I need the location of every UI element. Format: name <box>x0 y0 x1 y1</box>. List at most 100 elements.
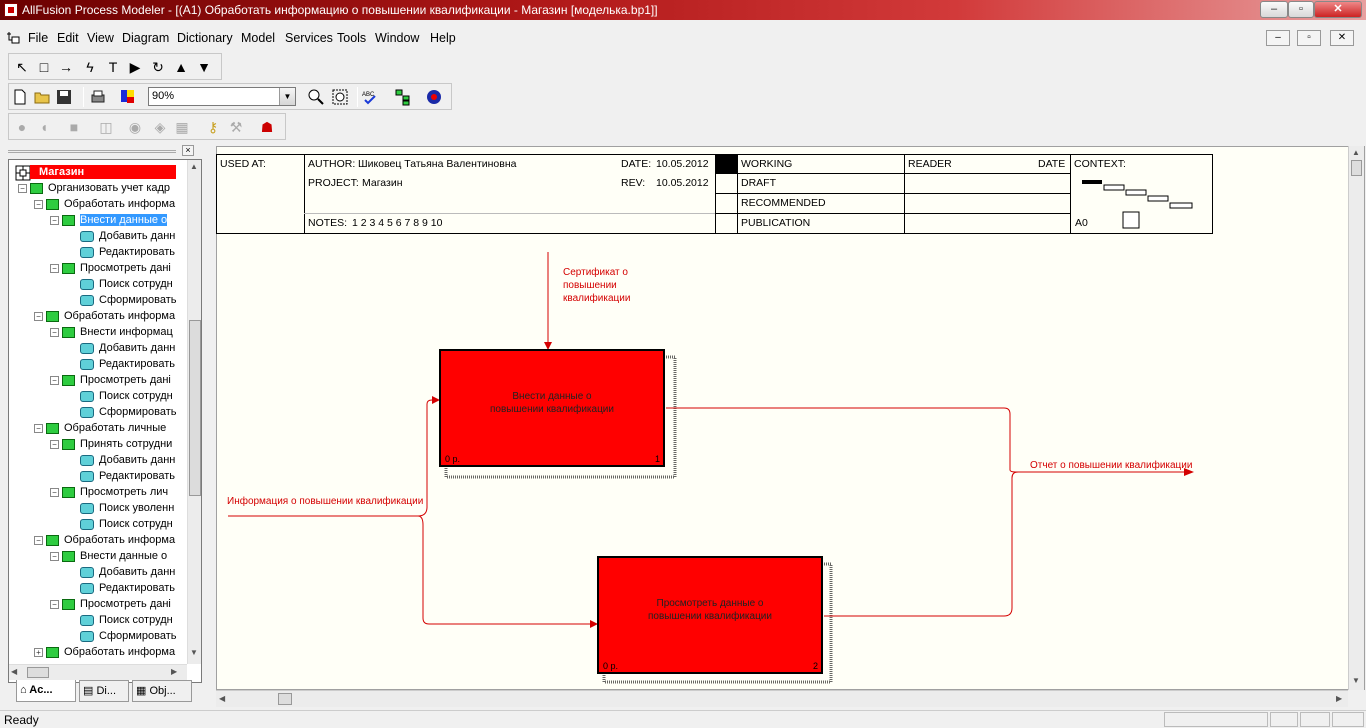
tree-activity-item[interactable]: − Обработать информа <box>34 197 175 213</box>
tree-activity-item[interactable]: − Внести информац <box>50 325 173 341</box>
tree-activity-item[interactable]: − Принять сотрудни <box>50 437 172 453</box>
collapse-icon[interactable]: − <box>34 535 43 545</box>
menu-edit[interactable]: Edit <box>57 31 79 45</box>
minimize-button[interactable]: – <box>1260 1 1288 18</box>
diagram-vertical-scrollbar[interactable]: ▲ ▼ <box>1348 146 1364 690</box>
text-tool-icon[interactable]: T <box>102 56 124 78</box>
zoom-fit-icon[interactable] <box>331 88 349 106</box>
disconnect-icon[interactable]: ◖ <box>33 116 55 138</box>
merge-icon[interactable]: ◈ <box>149 116 171 138</box>
color-palette-icon[interactable] <box>119 88 137 106</box>
tree-leaf-item[interactable]: Добавить данн <box>66 565 175 581</box>
arrow-tool-icon[interactable]: → <box>55 56 77 78</box>
tree-leaf-item[interactable]: Добавить данн <box>66 453 175 469</box>
go-to-parent-icon[interactable]: ▲ <box>170 56 192 78</box>
new-file-icon[interactable] <box>11 88 29 106</box>
cube-icon[interactable]: ◫ <box>95 116 117 138</box>
wrench-icon[interactable]: ⚒ <box>225 116 247 138</box>
mdi-close-button[interactable]: ✕ <box>1330 30 1354 46</box>
tree-leaf-item[interactable]: Поиск сотрудн <box>66 613 173 629</box>
tree-activity-item[interactable]: − Обработать личные <box>34 421 166 437</box>
lock-icon[interactable]: ■ <box>63 116 85 138</box>
control-arrow-label[interactable]: Сертификат о повышении квалификации <box>563 266 630 305</box>
tree-leaf-item[interactable]: Редактировать <box>66 581 175 597</box>
close-button[interactable]: ✕ <box>1314 1 1362 18</box>
zoom-in-icon[interactable] <box>307 88 325 106</box>
diagram-vscroll-thumb[interactable] <box>1351 160 1362 176</box>
menu-services[interactable]: Services <box>285 31 333 45</box>
menu-window[interactable]: Window <box>375 31 419 45</box>
go-to-child-icon[interactable]: ▼ <box>193 56 215 78</box>
collapse-icon[interactable]: − <box>50 487 59 497</box>
activity-box-2[interactable]: Просмотреть данные о повышении квалифика… <box>597 556 823 674</box>
activity-box-tool-icon[interactable]: □ <box>33 56 55 78</box>
refresh-icon[interactable]: ↻ <box>147 56 169 78</box>
save-icon[interactable] <box>55 88 73 106</box>
tree-activity-item[interactable]: − Обработать информа <box>34 309 175 325</box>
activity-box-1[interactable]: Внести данные о повышении квалификации 0… <box>439 349 665 467</box>
diagram-hscroll-thumb[interactable] <box>278 693 292 705</box>
key-icon[interactable]: ⚷ <box>202 116 224 138</box>
diagram-horizontal-scrollbar[interactable]: ◀ ▶ <box>216 690 1348 707</box>
connect-icon[interactable]: ● <box>11 116 33 138</box>
tree-activity-item[interactable]: − Внести данные о <box>50 213 168 229</box>
tree-leaf-item[interactable]: Сформировать <box>66 293 177 309</box>
mdi-restore-button[interactable]: ▫ <box>1297 30 1321 46</box>
output-arrow-label[interactable]: Отчет о повышении квалификации <box>1030 459 1192 472</box>
menu-model[interactable]: Model <box>241 31 275 45</box>
tree-activity-item[interactable]: − Просмотреть дані <box>50 373 171 389</box>
squiggle-tool-icon[interactable]: ϟ <box>79 56 101 78</box>
collapse-icon[interactable]: − <box>34 199 43 209</box>
collapse-icon[interactable]: − <box>50 263 59 273</box>
tree-horizontal-scrollbar[interactable]: ◀ ▶ <box>9 664 187 680</box>
go-to-sibling-icon[interactable]: ▶ <box>124 56 146 78</box>
zoom-combo[interactable]: 90% ▼ <box>148 87 296 106</box>
tree-activity-item[interactable]: − Просмотреть дані <box>50 261 171 277</box>
tree-activity-item[interactable]: − Внести данные о <box>50 549 167 565</box>
mdi-minimize-button[interactable]: – <box>1266 30 1290 46</box>
tree-leaf-item[interactable]: Сформировать <box>66 629 177 645</box>
tree-activity-item[interactable]: − Обработать информа <box>34 533 175 549</box>
tree-leaf-item[interactable]: Редактировать <box>66 357 175 373</box>
tree-leaf-item[interactable]: Поиск сотрудн <box>66 277 173 293</box>
tree-activity-item[interactable]: + Обработать информа <box>34 645 175 661</box>
collapse-icon[interactable]: − <box>34 311 43 321</box>
tree-scroll-thumb[interactable] <box>189 320 201 496</box>
tree-leaf-item[interactable]: Поиск сотрудн <box>66 389 173 405</box>
menu-file[interactable]: File <box>28 31 48 45</box>
tab-activities[interactable]: ⌂ Ac... <box>16 680 76 702</box>
panel-close-icon[interactable]: × <box>182 145 194 156</box>
tree-leaf-item[interactable]: Поиск сотрудн <box>66 517 173 533</box>
menu-diagram[interactable]: Diagram <box>122 31 169 45</box>
collapse-icon[interactable]: − <box>50 375 59 385</box>
collapse-icon[interactable]: − <box>50 599 59 609</box>
spell-check-icon[interactable]: ABC <box>361 88 379 106</box>
library-icon[interactable]: ◉ <box>124 116 146 138</box>
pointer-tool-icon[interactable]: ↖ <box>11 56 33 78</box>
menu-view[interactable]: View <box>87 31 114 45</box>
document-icon[interactable] <box>6 31 20 45</box>
tree-leaf-item[interactable]: Сформировать <box>66 405 177 421</box>
menu-dictionary[interactable]: Dictionary <box>177 31 233 45</box>
tree-activity-item[interactable]: − Организовать учет кадр <box>18 181 170 197</box>
model-explorer-icon[interactable] <box>394 88 412 106</box>
users-icon[interactable]: ☗ <box>256 116 278 138</box>
tree-leaf-item[interactable]: Добавить данн <box>66 341 175 357</box>
maximize-button[interactable]: ▫ <box>1288 1 1314 18</box>
input-arrow-label[interactable]: Информация о повышении квалификации <box>227 495 423 508</box>
collapse-icon[interactable]: − <box>50 551 59 561</box>
collapse-icon[interactable]: − <box>50 215 59 225</box>
tree-activity-item[interactable]: − Просмотреть лич <box>50 485 168 501</box>
tree-leaf-item[interactable]: Редактировать <box>66 469 175 485</box>
tree-vertical-scrollbar[interactable]: ▲ ▼ <box>187 160 201 664</box>
collapse-icon[interactable]: − <box>50 327 59 337</box>
tree-leaf-item[interactable]: Редактировать <box>66 245 175 261</box>
menu-tools[interactable]: Tools <box>337 31 366 45</box>
expand-icon[interactable]: + <box>34 647 43 657</box>
tree-leaf-item[interactable]: Поиск уволенн <box>66 501 174 517</box>
collapse-icon[interactable]: − <box>18 183 27 193</box>
collapse-icon[interactable]: − <box>50 439 59 449</box>
model-mart-icon[interactable] <box>425 88 443 106</box>
open-folder-icon[interactable] <box>33 88 51 106</box>
tree-root-node[interactable]: Магазин <box>30 165 176 179</box>
